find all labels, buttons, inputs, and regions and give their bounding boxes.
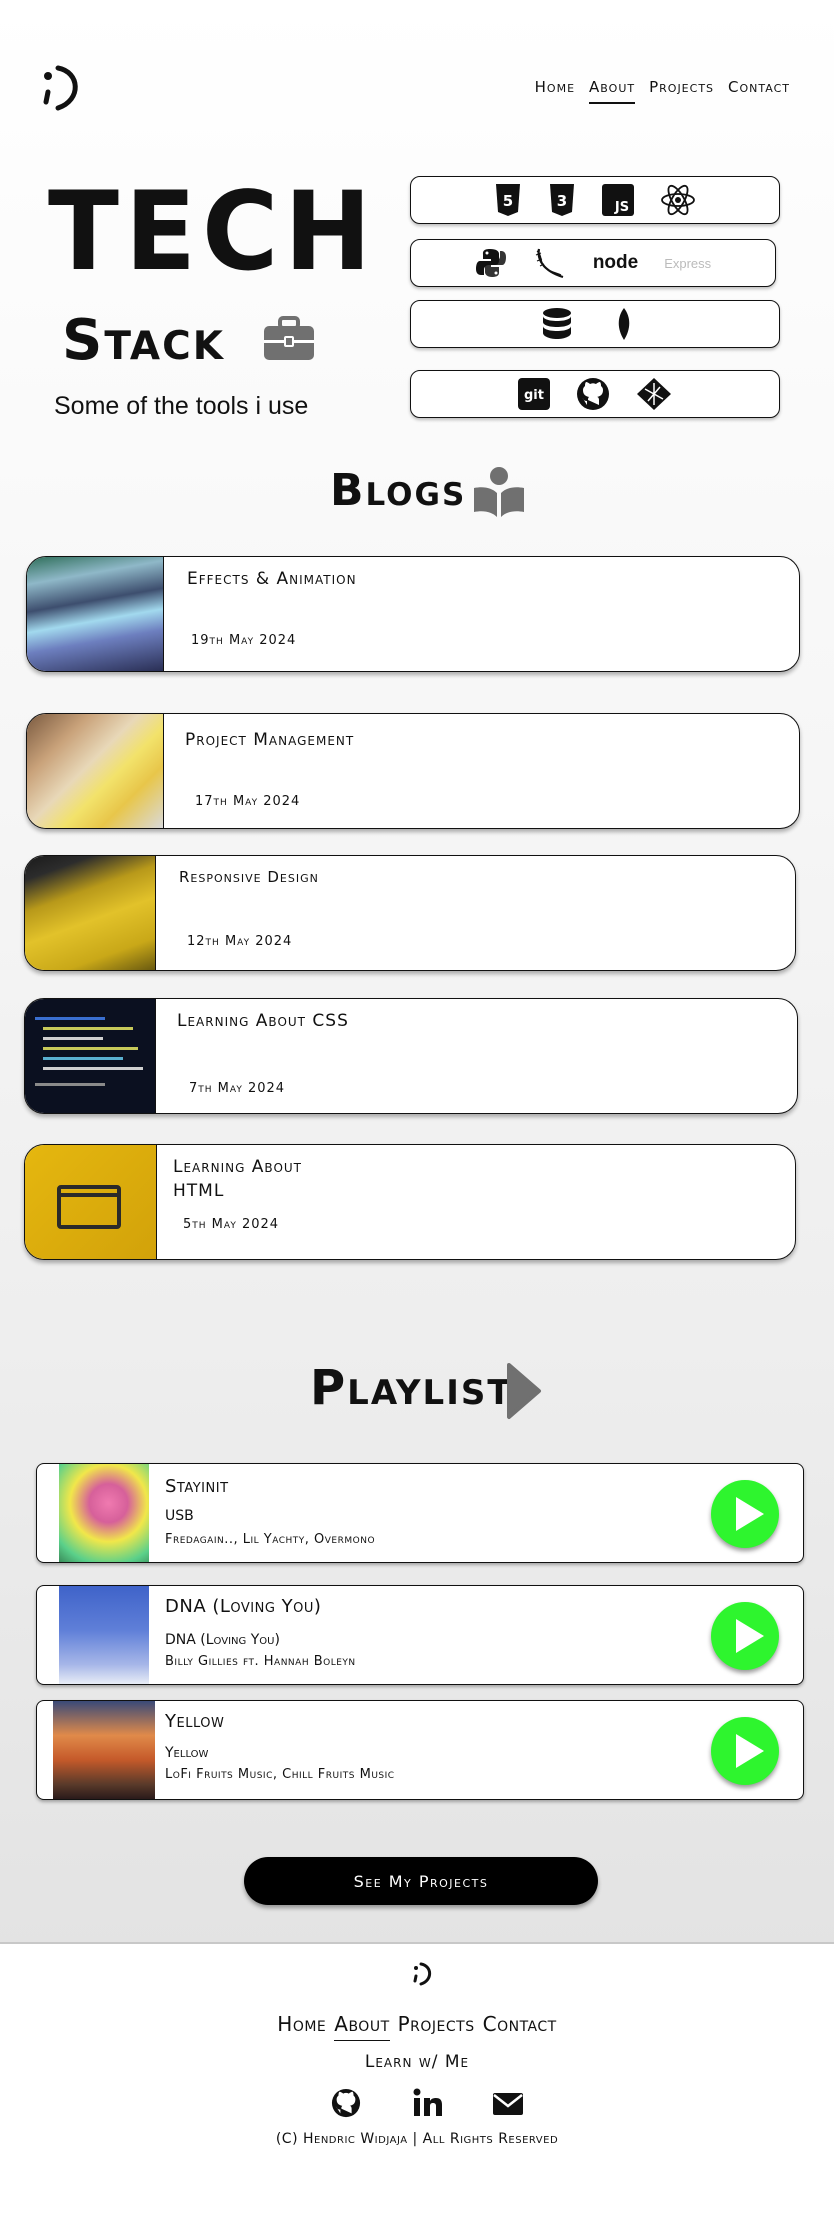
blog-title: Learning About CSS [177, 1011, 349, 1031]
nodejs-icon: node [592, 252, 639, 273]
html5-icon: 5 [496, 184, 520, 216]
blogs-title: Blogs [330, 465, 467, 516]
nav-projects[interactable]: Projects [649, 78, 714, 104]
github-icon[interactable] [330, 2088, 362, 2118]
svg-text:5: 5 [503, 192, 513, 210]
blog-date: 17th May 2024 [195, 794, 301, 809]
winking-face-logo-icon[interactable] [412, 1960, 434, 1988]
stack-row-tools: git [410, 370, 780, 418]
footer-nav-home[interactable]: Home [277, 2012, 326, 2041]
git-icon: git [518, 378, 550, 410]
song-artist: LoFi Fruits Music, Chill Fruits Music [165, 1767, 395, 1782]
github-icon [577, 378, 609, 410]
winking-face-logo-icon[interactable] [40, 62, 84, 116]
footer-nav-about[interactable]: About [334, 2012, 390, 2041]
play-button[interactable] [711, 1602, 779, 1670]
blog-date: 5th May 2024 [183, 1217, 280, 1232]
song-title: DNA (Loving You) [165, 1596, 322, 1617]
play-button[interactable] [711, 1717, 779, 1785]
song-artist: Billy Gillies ft. Hannah Boleyn [165, 1654, 356, 1669]
main-nav: Home About Projects Contact [535, 78, 790, 104]
blog-thumbnail-yellow-book [25, 856, 156, 970]
svg-text:git: git [524, 388, 544, 403]
song-card[interactable]: DNA (Loving You) DNA (Loving You) Billy … [36, 1585, 804, 1685]
javascript-icon: JS [602, 184, 634, 216]
blog-date: 7th May 2024 [189, 1081, 286, 1096]
blog-card[interactable]: Learning About HTML 5th May 2024 [24, 1144, 796, 1260]
play-icon [507, 1363, 541, 1419]
nav-about[interactable]: About [589, 78, 636, 104]
song-title: Yellow [165, 1711, 225, 1732]
stack-row-backend: node Express [410, 239, 776, 287]
album-art-yellow [53, 1701, 155, 1799]
svg-text:JS: JS [614, 200, 629, 215]
song-artist: Fredagain.., Lil Yachty, Overmono [165, 1532, 376, 1547]
blog-card[interactable]: Learning About CSS 7th May 2024 [24, 998, 798, 1114]
flask-icon [535, 248, 564, 279]
blog-date: 19th May 2024 [191, 633, 297, 648]
blog-card[interactable]: Project Management 17th May 2024 [26, 713, 800, 829]
svg-text:3: 3 [557, 192, 567, 210]
python-icon [475, 249, 506, 277]
blog-title: Responsive Design [179, 868, 319, 886]
mongodb-icon [618, 308, 630, 340]
css3-icon: 3 [550, 184, 574, 216]
song-album: USB [165, 1508, 194, 1524]
react-icon [661, 184, 695, 216]
song-card[interactable]: Stayinit USB Fredagain.., Lil Yachty, Ov… [36, 1463, 804, 1563]
blog-thumbnail-html-window [25, 1145, 157, 1259]
album-art-dna [59, 1586, 149, 1684]
stack-title: Stack [62, 308, 225, 373]
blog-thumbnail-light-streaks [27, 557, 164, 671]
learn-with-me-link[interactable]: Learn w/ Me [0, 2052, 834, 2072]
blog-title: Effects & Animation [187, 569, 357, 589]
song-title: Stayinit [165, 1476, 229, 1497]
footer-nav: Home About Projects Contact [0, 2012, 834, 2041]
express-icon: Express [664, 255, 712, 271]
blog-card[interactable]: Effects & Animation 19th May 2024 [26, 556, 800, 672]
playlist-title: Playlist [310, 1360, 513, 1416]
copyright: (C) Hendric Widjaja | All Rights Reserve… [275, 2131, 559, 2147]
blog-title: Project Management [185, 730, 355, 750]
blog-thumbnail-sticky-notes [27, 714, 164, 828]
tools-tagline: Some of the tools i use [54, 392, 309, 420]
stack-row-database [410, 300, 780, 348]
song-card[interactable]: Yellow Yellow LoFi Fruits Music, Chill F… [36, 1700, 804, 1800]
play-button[interactable] [711, 1480, 779, 1548]
album-art-stayinit [59, 1464, 149, 1562]
footer-nav-projects[interactable]: Projects [398, 2012, 475, 2041]
song-album: DNA (Loving You) [165, 1632, 280, 1648]
blog-thumbnail-code-screen [25, 999, 156, 1113]
tech-title: TECH [48, 166, 378, 296]
mail-icon[interactable] [492, 2088, 524, 2118]
netlify-icon [637, 378, 671, 410]
blog-card[interactable]: Responsive Design 12th May 2024 [24, 855, 796, 971]
song-album: Yellow [165, 1745, 209, 1761]
database-icon [543, 308, 571, 339]
linkedin-icon[interactable] [412, 2088, 444, 2118]
blog-date: 12th May 2024 [187, 934, 293, 949]
book-reader-icon [474, 467, 524, 517]
blog-title: Learning About HTML [173, 1157, 303, 1201]
nav-contact[interactable]: Contact [728, 78, 790, 104]
briefcase-icon [264, 316, 314, 360]
stack-row-frontend: 5 3 JS [410, 176, 780, 224]
see-my-projects-button[interactable]: See My Projects [244, 1857, 598, 1905]
nav-home[interactable]: Home [535, 78, 575, 104]
footer-nav-contact[interactable]: Contact [483, 2012, 557, 2041]
